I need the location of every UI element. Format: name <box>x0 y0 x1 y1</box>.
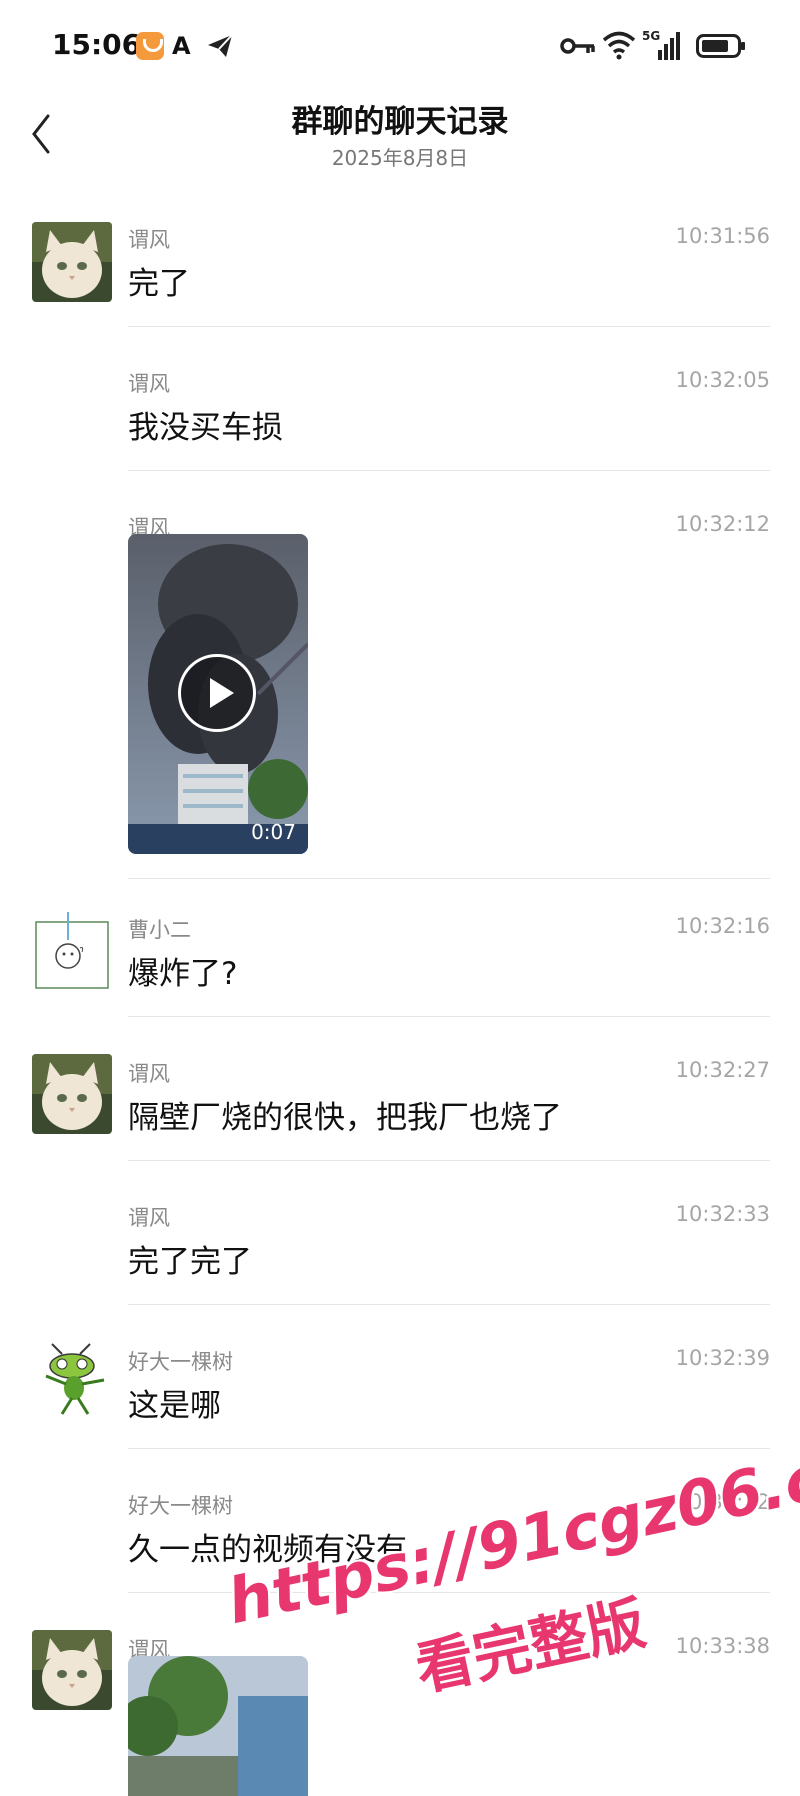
status-time: 15:06 <box>52 28 142 61</box>
telegram-plane-icon <box>208 34 233 57</box>
list-item[interactable]: 谓风 10:31:56 完了 <box>0 204 800 332</box>
divider <box>128 878 770 879</box>
message-text[interactable]: 完了 <box>128 258 190 303</box>
divider <box>128 1304 770 1305</box>
page-title: 群聊的聊天记录 <box>291 104 509 140</box>
message-time: 10:32:27 <box>675 1058 770 1082</box>
message-text[interactable]: 爆炸了? <box>128 948 237 993</box>
message-text[interactable]: 这是哪 <box>128 1380 221 1425</box>
message-time: 10:32:33 <box>675 1202 770 1226</box>
play-icon[interactable] <box>178 654 256 732</box>
sender-name: 谓风 <box>128 1062 170 1086</box>
list-item[interactable]: 谓风 10:32:12 0:07 <box>0 492 800 879</box>
header: 群聊的聊天记录 2025年8月8日 <box>0 92 800 182</box>
svg-text:5G: 5G <box>642 29 660 43</box>
sender-name: 谓风 <box>128 1206 170 1230</box>
chat-date: 2025年8月8日 <box>331 146 469 170</box>
avatar-doodle[interactable] <box>32 912 112 992</box>
list-item[interactable]: 谓风 10:32:33 完了完了 <box>0 1182 800 1310</box>
avatar-cat[interactable] <box>32 1630 112 1710</box>
message-time: 10:31:56 <box>675 224 770 248</box>
a-icon: A <box>172 32 191 60</box>
list-item[interactable]: 谓风 10:32:05 我没买车损 <box>0 348 800 476</box>
divider <box>128 326 770 327</box>
sender-name: 谓风 <box>128 372 170 396</box>
sender-name: 谓风 <box>128 228 170 252</box>
status-bar: 15:06 A 5G <box>0 0 800 92</box>
list-item[interactable]: 曹小二 10:32:16 爆炸了? <box>0 894 800 1022</box>
avatar-cat[interactable] <box>32 222 112 302</box>
message-time: 10:32:39 <box>675 1346 770 1370</box>
message-time: 10:32:16 <box>675 914 770 938</box>
message-time: 10:32:05 <box>675 368 770 392</box>
signal-icon: 5G <box>642 29 680 60</box>
vpn-key-icon <box>560 38 595 54</box>
wifi-icon <box>602 31 636 60</box>
message-text[interactable]: 我没买车损 <box>128 402 283 447</box>
app-badge-icon <box>136 32 164 60</box>
message-text[interactable]: 隔壁厂烧的很快，把我厂也烧了 <box>128 1092 562 1137</box>
divider <box>128 1160 770 1161</box>
list-item[interactable]: 谓风 10:32:27 隔壁厂烧的很快，把我厂也烧了 <box>0 1038 800 1166</box>
battery-icon <box>696 34 745 58</box>
video-message[interactable]: 0:07 <box>128 534 308 854</box>
sender-name: 好大一棵树 <box>128 1350 233 1374</box>
sender-name: 曹小二 <box>128 918 191 942</box>
divider <box>128 470 770 471</box>
message-time: 10:32:12 <box>675 512 770 536</box>
message-text[interactable]: 完了完了 <box>128 1236 252 1281</box>
avatar-grasshopper[interactable] <box>32 1340 112 1420</box>
avatar-cat[interactable] <box>32 1054 112 1134</box>
divider <box>128 1016 770 1017</box>
video-duration: 0:07 <box>251 820 296 844</box>
